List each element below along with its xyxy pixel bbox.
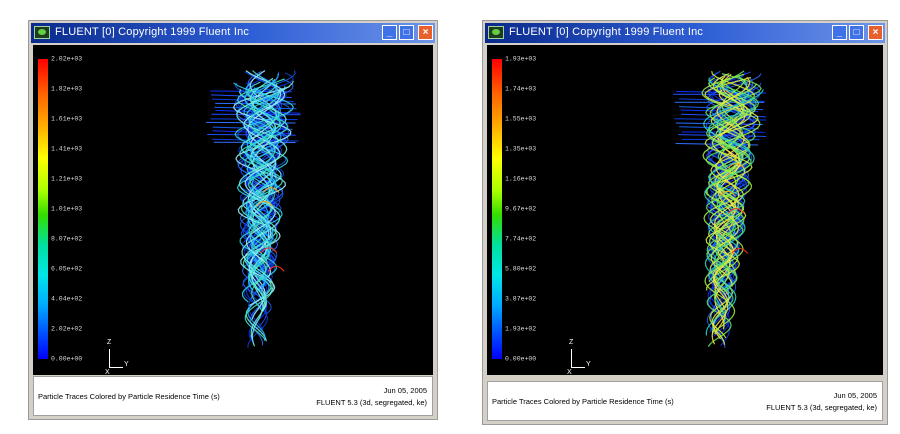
fluent-app-icon[interactable] [34, 26, 50, 39]
fluent-app-icon[interactable] [488, 26, 504, 39]
status-panel: Particle Traces Colored by Particle Resi… [487, 381, 883, 421]
maximize-button[interactable]: □ [849, 25, 864, 40]
title-bar[interactable]: FLUENT [0] Copyright 1999 Fluent Inc _ □… [485, 23, 885, 43]
window-title: FLUENT [0] Copyright 1999 Fluent Inc [55, 26, 250, 38]
plot-date: Jun 05, 2005 [833, 391, 877, 400]
particle-traces [673, 70, 767, 348]
plot-caption: Particle Traces Colored by Particle Resi… [38, 392, 220, 401]
status-panel: Particle Traces Colored by Particle Resi… [33, 376, 433, 416]
close-button[interactable]: × [418, 25, 433, 40]
fluent-window-right: FLUENT [0] Copyright 1999 Fluent Inc _ □… [482, 20, 888, 425]
title-bar[interactable]: FLUENT [0] Copyright 1999 Fluent Inc _ □… [31, 23, 435, 43]
plot-date: Jun 05, 2005 [383, 386, 427, 395]
minimize-button[interactable]: _ [382, 25, 397, 40]
graphics-viewport[interactable]: 1.93e+03 1.74e+03 1.55e+03 1.35e+03 1.16e+03… [487, 45, 883, 375]
particle-traces [206, 70, 301, 348]
window-title: FLUENT [0] Copyright 1999 Fluent Inc [509, 26, 704, 38]
minimize-button[interactable]: _ [832, 25, 847, 40]
solver-version: FLUENT 5.3 (3d, segregated, ke) [316, 398, 427, 407]
maximize-button[interactable]: □ [399, 25, 414, 40]
graphics-viewport[interactable]: 2.02e+03 1.82e+03 1.61e+03 1.41e+03 1.21e+03… [33, 45, 433, 375]
close-button[interactable]: × [868, 25, 883, 40]
plot-caption: Particle Traces Colored by Particle Resi… [492, 397, 674, 406]
fluent-window-left: FLUENT [0] Copyright 1999 Fluent Inc _ □… [28, 20, 438, 420]
solver-version: FLUENT 5.3 (3d, segregated, ke) [766, 403, 877, 412]
